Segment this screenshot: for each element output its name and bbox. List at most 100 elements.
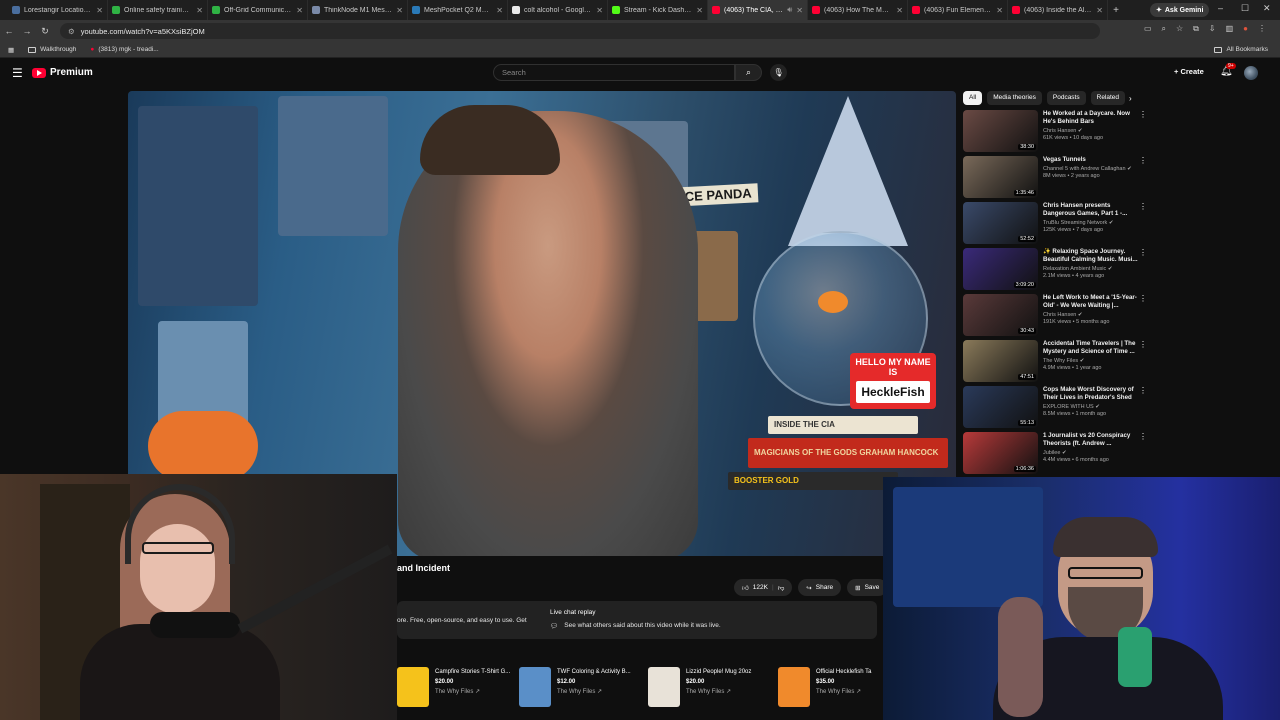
tab-close-icon[interactable]: ✕: [596, 6, 603, 15]
merch-item[interactable]: TWF Coloring & Activity B... $12.00 The Wh…: [519, 667, 631, 709]
more-actions-icon[interactable]: ⋮: [1139, 340, 1147, 349]
more-actions-icon[interactable]: ⋮: [1139, 156, 1147, 165]
channel-name[interactable]: EXPLORE WITH US: [1043, 404, 1094, 410]
filter-chip[interactable]: Related: [1090, 91, 1126, 105]
audio-icon[interactable]: 🔊︎: [787, 5, 792, 15]
hamburger-menu-icon[interactable]: ☰: [12, 66, 23, 80]
minimize-icon[interactable]: –: [1218, 3, 1223, 13]
notifications-button[interactable]: 🔔︎ 9+: [1220, 63, 1236, 77]
channel-name[interactable]: Jubilee: [1043, 450, 1060, 456]
save-button[interactable]: ⊞ Save: [847, 579, 888, 596]
channel-name[interactable]: Chris Hansen: [1043, 312, 1076, 318]
tab-close-icon[interactable]: ✕: [1096, 6, 1103, 15]
related-video-item[interactable]: 55:13 Cops Make Worst Discovery of Their …: [963, 386, 1153, 432]
related-video-item[interactable]: 38:30 He Worked at a Daycare. Now He's Be…: [963, 110, 1153, 156]
apps-grid-icon[interactable]: ▦: [8, 46, 14, 54]
browser-tab[interactable]: Stream - Kick Dashboa ✕: [608, 0, 708, 20]
related-video-item[interactable]: 1:06:36 1 Journalist vs 20 Conspiracy The…: [963, 432, 1153, 478]
channel-name[interactable]: Relaxation Ambient Music: [1043, 266, 1106, 272]
more-actions-icon[interactable]: ⋮: [1139, 202, 1147, 211]
live-chat-replay-link[interactable]: 💬︎ See what others said about this video …: [550, 622, 721, 630]
downloads-icon[interactable]: ⇩: [1209, 24, 1216, 34]
video-thumbnail[interactable]: 30:43: [963, 294, 1038, 336]
merch-item[interactable]: Official Hecklefish Ta $35.00 The Why File…: [778, 667, 871, 709]
filter-chip[interactable]: Media theories: [987, 91, 1042, 105]
merch-item[interactable]: Lizzid People! Mug 20oz $20.00 The Why Fil…: [648, 667, 751, 709]
more-actions-icon[interactable]: ⋮: [1139, 248, 1147, 257]
browser-tab[interactable]: (4063) How The Most H ✕: [808, 0, 908, 20]
search-input[interactable]: Search: [493, 64, 735, 81]
back-icon[interactable]: ←: [0, 26, 18, 36]
zoom-icon[interactable]: ⌕: [1162, 24, 1166, 34]
browser-tab[interactable]: (4063) The CIA, Mer 🔊︎ ✕: [708, 0, 808, 20]
related-video-item[interactable]: 3:09:20 ✨ Relaxing Space Journey. Beautif…: [963, 248, 1153, 294]
share-button[interactable]: ↪ Share: [798, 579, 842, 596]
tab-close-icon[interactable]: ✕: [696, 6, 703, 15]
extensions-icon[interactable]: ⧉: [1193, 24, 1199, 34]
video-thumbnail[interactable]: 3:09:20: [963, 248, 1038, 290]
channel-name[interactable]: Channel 5 with Andrew Callaghan: [1043, 166, 1126, 172]
browser-tab[interactable]: Off-Grid Communicatio ✕: [208, 0, 308, 20]
browser-tab[interactable]: Online safety training | ✕: [108, 0, 208, 20]
video-thumbnail[interactable]: 1:06:36: [963, 432, 1038, 474]
forward-icon[interactable]: →: [18, 26, 36, 36]
more-actions-icon[interactable]: ⋮: [1139, 294, 1147, 303]
browser-tab[interactable]: MeshPocket Q2 Magne ✕: [408, 0, 508, 20]
video-title[interactable]: 1 Journalist vs 20 Conspiracy Theorists …: [1043, 432, 1143, 448]
tab-close-icon[interactable]: ✕: [796, 6, 803, 15]
browser-tab[interactable]: colt alcohol - Google Se ✕: [508, 0, 608, 20]
account-avatar[interactable]: [1244, 66, 1258, 80]
video-title[interactable]: He Worked at a Daycare. Now He's Behind …: [1043, 110, 1143, 126]
related-video-item[interactable]: 52:52 Chris Hansen presents Dangerous Gam…: [963, 202, 1153, 248]
new-tab-button[interactable]: +: [1108, 5, 1124, 16]
video-thumbnail[interactable]: 52:52: [963, 202, 1038, 244]
video-thumbnail[interactable]: 1:35:46: [963, 156, 1038, 198]
tab-close-icon[interactable]: ✕: [896, 6, 903, 15]
ask-gemini-button[interactable]: ✦ Ask Gemini: [1150, 3, 1210, 17]
tab-close-icon[interactable]: ✕: [196, 6, 203, 15]
thumbs-down-icon[interactable]: 👎︎: [778, 584, 785, 592]
video-title[interactable]: Vegas Tunnels: [1043, 156, 1143, 164]
youtube-premium-logo[interactable]: Premium: [32, 67, 93, 78]
video-title[interactable]: He Left Work to Meet a '15-Year-Old' - W…: [1043, 294, 1143, 310]
search-button[interactable]: ⌕: [735, 64, 762, 81]
video-thumbnail[interactable]: 38:30: [963, 110, 1038, 152]
tab-close-icon[interactable]: ✕: [396, 6, 403, 15]
tab-close-icon[interactable]: ✕: [296, 6, 303, 15]
video-title[interactable]: ✨ Relaxing Space Journey. Beautiful Calm…: [1043, 248, 1143, 264]
filter-chip[interactable]: Podcasts: [1046, 91, 1086, 105]
channel-name[interactable]: TruBlu Streaming Network: [1043, 220, 1107, 226]
cast-icon[interactable]: ▭: [1144, 24, 1152, 34]
browser-tab[interactable]: Lorestangir Locations - ✕: [8, 0, 108, 20]
related-video-item[interactable]: 47:51 Accidental Time Travelers | The Mys…: [963, 340, 1153, 386]
bookmark-walkthrough[interactable]: Walkthrough: [28, 46, 76, 53]
tab-close-icon[interactable]: ✕: [996, 6, 1003, 15]
browser-tab[interactable]: (4063) Inside the All-W ✕: [1008, 0, 1108, 20]
related-video-item[interactable]: 1:35:46 Vegas Tunnels Channel 5 with Andre…: [963, 156, 1153, 202]
browser-tab[interactable]: (4063) Fun Elementary H✕: [908, 0, 1008, 20]
menu-kebab-icon[interactable]: ⋮: [1258, 24, 1266, 34]
chevron-right-icon[interactable]: ›: [1129, 94, 1132, 103]
video-thumbnail[interactable]: 47:51: [963, 340, 1038, 382]
maximize-icon[interactable]: ☐: [1241, 3, 1249, 14]
browser-tab[interactable]: ThinkNode M1 Meshtas ✕: [308, 0, 408, 20]
like-button[interactable]: 👍︎ 122K | 👎︎: [734, 579, 793, 596]
bookmark-mgk[interactable]: ● (3813) mgk - treadi...: [90, 46, 158, 53]
tab-close-icon[interactable]: ✕: [496, 6, 503, 15]
channel-name[interactable]: The Why Files: [1043, 358, 1078, 364]
more-actions-icon[interactable]: ⋮: [1139, 386, 1147, 395]
channel-name[interactable]: Chris Hansen: [1043, 128, 1076, 134]
url-field[interactable]: ⚙ youtube.com/watch?v=a5KXsiBZjOM: [60, 23, 1100, 39]
video-thumbnail[interactable]: 55:13: [963, 386, 1038, 428]
all-bookmarks[interactable]: All Bookmarks: [1214, 46, 1268, 53]
more-actions-icon[interactable]: ⋮: [1139, 432, 1147, 441]
description-box[interactable]: ore. Free, open-source, and easy to use.…: [397, 601, 877, 639]
merch-item[interactable]: Campfire Stories T-Shirt G... $20.00 The W…: [397, 667, 510, 709]
close-window-icon[interactable]: ✕: [1263, 3, 1271, 14]
profile-icon[interactable]: ●: [1243, 24, 1248, 34]
video-title[interactable]: Accidental Time Travelers | The Mystery …: [1043, 340, 1143, 356]
video-title[interactable]: Chris Hansen presents Dangerous Games, P…: [1043, 202, 1143, 218]
video-title[interactable]: Cops Make Worst Discovery of Their Lives…: [1043, 386, 1143, 402]
site-info-icon[interactable]: ⚙: [68, 27, 75, 36]
filter-chip[interactable]: All: [963, 91, 983, 105]
